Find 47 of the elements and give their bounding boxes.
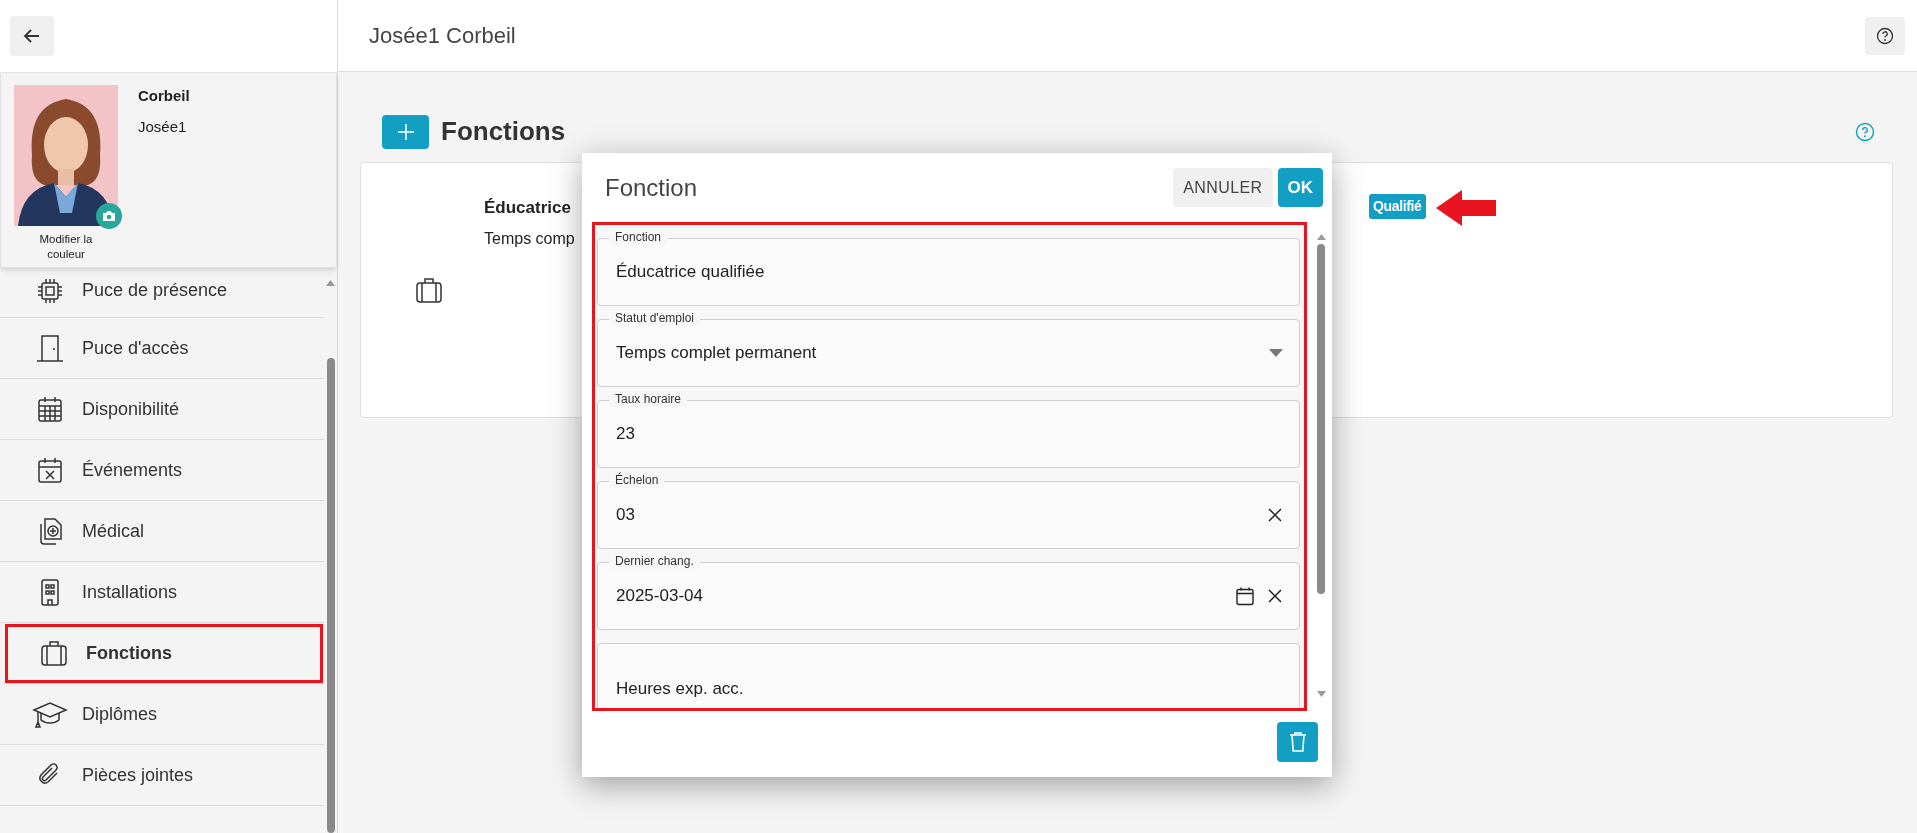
- status-badge: Qualifié: [1369, 194, 1426, 219]
- briefcase-icon: [39, 638, 69, 668]
- field-value: Éducatrice qualifiée: [616, 261, 765, 284]
- trash-icon: [1288, 731, 1307, 753]
- help-icon: [1876, 26, 1894, 45]
- calendar-icon: [35, 394, 65, 424]
- help-icon[interactable]: [1855, 121, 1875, 142]
- field-label: Statut d'emploi: [609, 310, 700, 326]
- back-button[interactable]: [10, 16, 54, 56]
- field-value: 23: [616, 423, 635, 446]
- plus-icon: [395, 121, 416, 142]
- page-title: Josée1 Corbeil: [369, 22, 516, 50]
- calendar-x-icon: [35, 455, 65, 485]
- briefcase-icon: [413, 275, 444, 305]
- field-label: Dernier chang.: [609, 553, 700, 569]
- section-title: Fonctions: [441, 115, 567, 148]
- graduation-cap-icon: [32, 699, 68, 729]
- clear-icon[interactable]: [1267, 507, 1283, 523]
- field-placeholder: Heures exp. acc.: [616, 678, 744, 701]
- last-name: Corbeil: [138, 86, 190, 106]
- field-value: 03: [616, 504, 635, 527]
- sidebar-item[interactable]: Installations: [0, 562, 325, 623]
- function-status: Temps comp: [484, 228, 575, 249]
- camera-icon: [102, 210, 116, 222]
- sidebar-item[interactable]: Médical: [0, 501, 325, 562]
- field-value: Temps complet permanent: [616, 342, 817, 365]
- function-title: Éducatrice: [484, 197, 571, 219]
- first-name: Josée1: [138, 116, 188, 137]
- dropdown-caret-icon[interactable]: [1269, 349, 1283, 357]
- door-icon: [35, 333, 65, 363]
- delete-button[interactable]: [1277, 722, 1318, 762]
- dialog-title: Fonction: [605, 172, 698, 203]
- field-value: 2025-03-04: [616, 585, 703, 608]
- change-color-link[interactable]: Modifier la couleur: [21, 232, 111, 262]
- arrow-icon: [1435, 190, 1496, 226]
- sidebar-item[interactable]: Fonctions: [4, 623, 325, 684]
- clear-icon[interactable]: [1267, 588, 1283, 604]
- scroll-down-icon[interactable]: [1316, 691, 1326, 697]
- cancel-button[interactable]: ANNULER: [1173, 168, 1273, 207]
- scroll-up-icon[interactable]: [326, 280, 335, 286]
- sidebar-item[interactable]: Disponibilité: [0, 379, 325, 440]
- calendar-icon[interactable]: [1235, 586, 1255, 606]
- add-button[interactable]: [382, 114, 429, 149]
- scroll-up-icon[interactable]: [1316, 234, 1326, 240]
- camera-button[interactable]: [96, 203, 122, 229]
- sidebar-item[interactable]: Événements: [0, 440, 325, 501]
- help-button[interactable]: [1865, 16, 1905, 55]
